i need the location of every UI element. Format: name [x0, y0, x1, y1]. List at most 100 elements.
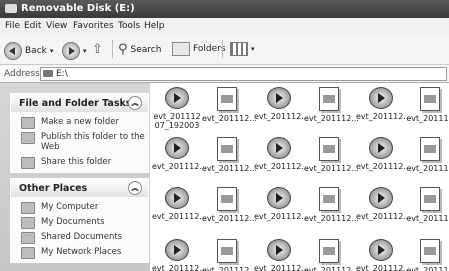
place-shared-documents[interactable]: Shared Documents: [19, 232, 148, 244]
shared-folder-icon: [21, 232, 35, 244]
file-item[interactable]: evt_201112...: [152, 137, 207, 171]
place-label: My Documents: [41, 217, 105, 227]
media-file-icon: [369, 137, 393, 159]
toolbar-divider: [222, 40, 223, 58]
document-file-icon: [319, 187, 339, 211]
file-item[interactable]: evt_201112...: [304, 137, 359, 173]
collapse-icon[interactable]: ︽: [128, 96, 142, 110]
place-my-computer[interactable]: My Computer: [19, 202, 148, 214]
file-item[interactable]: evt_201112...: [304, 239, 359, 271]
menu-help[interactable]: Help: [144, 21, 165, 31]
menu-view[interactable]: View: [46, 21, 67, 31]
file-item[interactable]: evt_201112...: [304, 187, 359, 223]
panel-header[interactable]: File and Folder Tasks ︽: [11, 94, 148, 112]
menu-bar: File Edit View Favorites Tools Help: [0, 18, 449, 35]
file-name: evt_201112...: [152, 212, 207, 221]
file-item[interactable]: evt_201112...: [254, 137, 309, 171]
file-name: evt_201112...: [254, 112, 309, 121]
file-name: evt_201112: [406, 214, 449, 223]
file-name: evt_20111207_192003: [153, 112, 201, 130]
file-name: evt_201112...: [202, 164, 257, 173]
media-file-icon: [165, 239, 189, 261]
file-name: evt_201112...: [254, 212, 309, 221]
toolbar: Back ▾ ▾ ⇧ ⚲ Search Folders ▾: [0, 34, 449, 65]
back-arrow-icon: [4, 42, 22, 60]
views-button[interactable]: ▾: [230, 42, 255, 56]
file-item[interactable]: evt_201112...: [202, 137, 257, 173]
back-dropdown-icon[interactable]: ▾: [50, 47, 54, 55]
collapse-icon[interactable]: ︽: [128, 181, 142, 195]
other-places-panel: Other Places ︽ My Computer My Documents …: [10, 178, 149, 263]
file-item[interactable]: evt_201112...: [304, 87, 359, 123]
file-item[interactable]: evt_201112...: [254, 187, 309, 221]
media-file-icon: [267, 239, 291, 261]
file-item[interactable]: evt_201112...: [356, 187, 411, 221]
file-name: evt_201112...: [304, 266, 359, 271]
address-input[interactable]: E:\: [40, 67, 447, 81]
file-folder-tasks-panel: File and Folder Tasks ︽ Make a new folde…: [10, 93, 149, 173]
file-item[interactable]: evt_201112...: [202, 87, 257, 123]
computer-icon: [21, 202, 35, 214]
document-file-icon: [217, 239, 237, 263]
file-item[interactable]: evt_201112...: [152, 187, 207, 221]
folders-button[interactable]: Folders: [172, 42, 226, 56]
media-file-icon: [267, 137, 291, 159]
back-label: Back: [25, 46, 47, 56]
forward-button[interactable]: ▾: [62, 42, 87, 60]
document-file-icon: [319, 137, 339, 161]
document-file-icon: [420, 87, 440, 111]
menu-favorites[interactable]: Favorites: [73, 21, 114, 31]
file-name: evt_201112...: [152, 162, 207, 171]
menu-file[interactable]: File: [5, 21, 20, 31]
up-folder-icon: ⇧: [92, 42, 103, 57]
file-item[interactable]: evt_201112: [405, 239, 449, 271]
file-item[interactable]: evt_201112...: [356, 87, 411, 121]
file-name: evt_201112...: [356, 112, 411, 121]
place-network-places[interactable]: My Network Places: [19, 247, 148, 259]
panel-header[interactable]: Other Places ︽: [11, 179, 148, 197]
document-file-icon: [319, 87, 339, 111]
address-bar: Address E:\: [0, 65, 449, 83]
place-label: Shared Documents: [41, 232, 123, 242]
forward-dropdown-icon[interactable]: ▾: [83, 47, 87, 55]
back-button[interactable]: Back ▾: [4, 42, 53, 60]
file-item[interactable]: evt_201112...: [202, 239, 257, 271]
file-name: evt_201112...: [254, 264, 309, 271]
place-label: My Network Places: [41, 247, 122, 257]
task-label: Make a new folder: [41, 117, 119, 127]
search-icon: ⚲: [118, 42, 128, 57]
task-publish-web[interactable]: Publish this folder to the Web: [19, 132, 148, 152]
file-item[interactable]: evt_201112...: [202, 187, 257, 223]
menu-tools[interactable]: Tools: [118, 21, 140, 31]
search-button[interactable]: ⚲ Search: [118, 42, 161, 57]
file-item[interactable]: evt_201112: [405, 187, 449, 223]
file-name: evt_201112: [406, 164, 449, 173]
file-list[interactable]: evt_20111207_192003 evt_201112... evt_2011…: [150, 83, 449, 271]
file-item[interactable]: evt_20111207_192003: [152, 87, 202, 130]
place-label: My Computer: [41, 202, 99, 212]
task-new-folder[interactable]: Make a new folder: [19, 117, 148, 129]
drive-icon: [43, 70, 53, 77]
file-item[interactable]: evt_201112...: [152, 239, 207, 271]
search-label: Search: [130, 44, 162, 55]
file-item[interactable]: evt_201112: [405, 87, 449, 123]
place-my-documents[interactable]: My Documents: [19, 217, 148, 229]
panel-title: Other Places: [19, 183, 88, 194]
media-file-icon: [369, 239, 393, 261]
file-name: evt_201112...: [304, 114, 359, 123]
task-share-folder[interactable]: Share this folder: [19, 157, 148, 169]
task-label: Publish this folder to the Web: [41, 132, 145, 152]
address-value: E:\: [56, 69, 68, 79]
menu-edit[interactable]: Edit: [24, 21, 41, 31]
file-item[interactable]: evt_201112...: [356, 239, 411, 271]
file-item[interactable]: evt_201112...: [356, 137, 411, 171]
file-name: evt_201112...: [356, 162, 411, 171]
file-item[interactable]: evt_201112...: [254, 239, 309, 271]
document-file-icon: [217, 87, 237, 111]
network-icon: [21, 247, 35, 259]
file-item[interactable]: evt_201112: [405, 137, 449, 173]
up-folder-button[interactable]: ⇧: [92, 42, 103, 57]
file-item[interactable]: evt_201112...: [254, 87, 309, 121]
task-label: Share this folder: [41, 157, 112, 167]
media-file-icon: [369, 87, 393, 109]
